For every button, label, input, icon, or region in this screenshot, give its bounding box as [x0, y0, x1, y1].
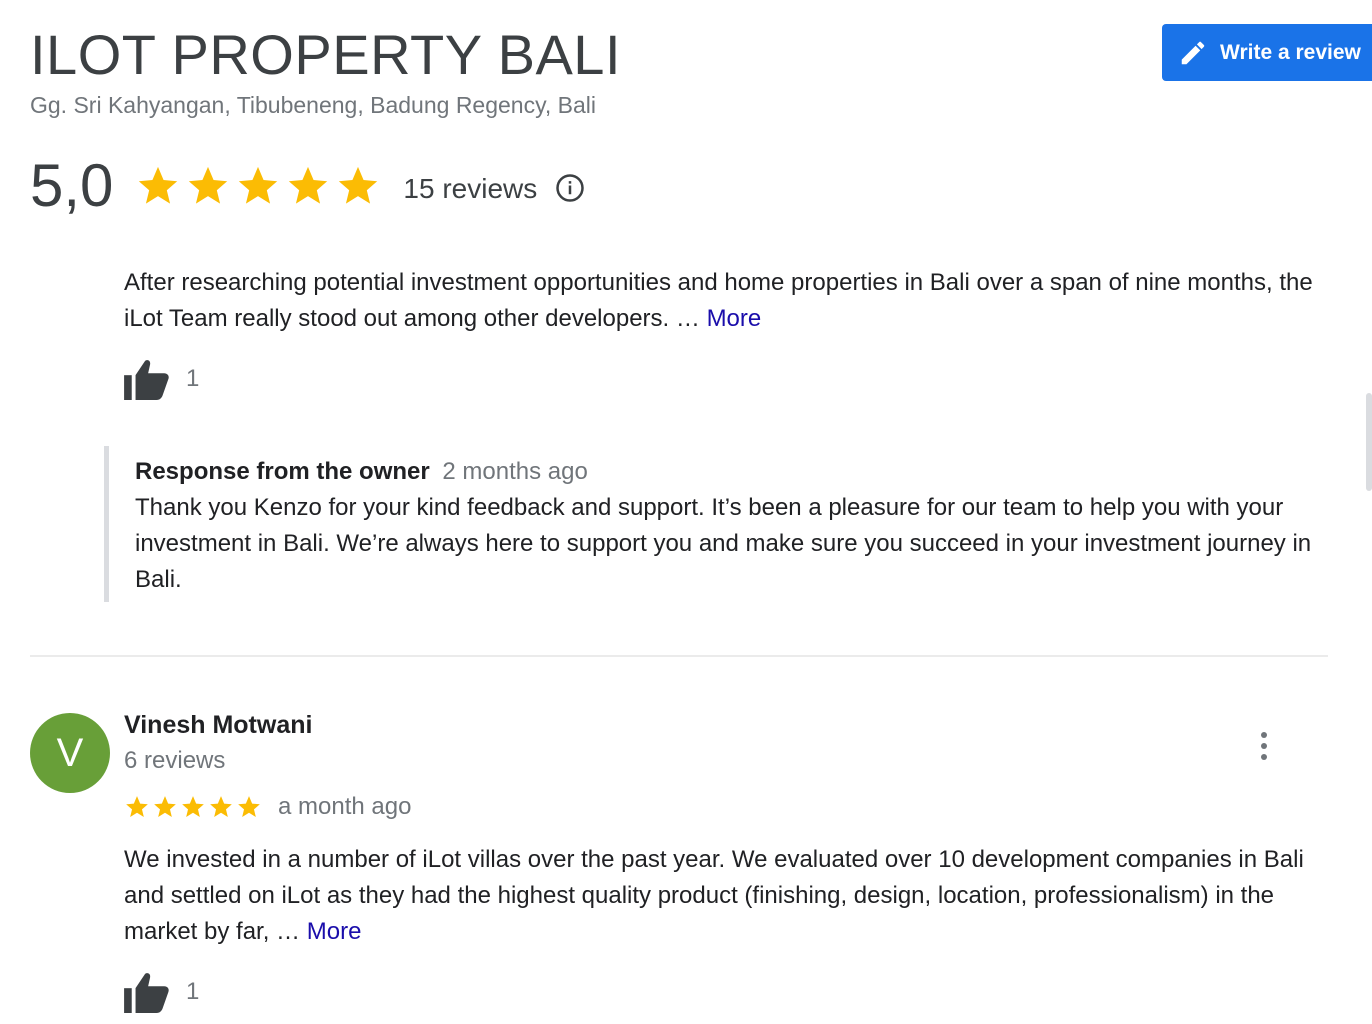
- avatar[interactable]: V: [30, 713, 110, 793]
- like-count: 1: [186, 978, 200, 1005]
- star-icon: [289, 166, 328, 204]
- star-icon: [126, 796, 148, 817]
- star-icon: [189, 166, 228, 204]
- owner-response-time: 2 months ago: [442, 458, 588, 485]
- star-icon: [239, 166, 278, 204]
- scrollbar-thumb[interactable]: [1366, 393, 1372, 491]
- review-divider: [30, 655, 1328, 657]
- reviews-count[interactable]: 15 reviews: [403, 167, 537, 205]
- owner-response-text: Thank you Kenzo for your kind feedback a…: [135, 494, 1312, 593]
- more-vert-icon[interactable]: [1252, 728, 1276, 764]
- like-button[interactable]: 1: [124, 971, 199, 1013]
- star-icon: [210, 796, 232, 817]
- place-address: Gg. Sri Kahyangan, Tibubeneng, Badung Re…: [30, 92, 597, 118]
- menu-dot: [1261, 754, 1267, 760]
- write-review-label: Write a review: [1220, 40, 1361, 64]
- star-icon: [339, 166, 378, 204]
- write-review-button[interactable]: Write a review: [1162, 24, 1372, 81]
- review-time: a month ago: [278, 793, 412, 820]
- review-stars: [124, 794, 262, 820]
- review-text: We invested in a number of iLot villas o…: [124, 842, 1334, 950]
- owner-response-label: Response from the owner: [135, 458, 430, 485]
- owner-response: Response from the owner 2 months ago Tha…: [104, 446, 1334, 602]
- menu-dot: [1261, 732, 1267, 738]
- like-button[interactable]: 1: [124, 358, 199, 400]
- more-link[interactable]: More: [307, 918, 362, 945]
- rating-summary: 5,0 15 reviews: [30, 150, 585, 222]
- reviewer-reviews-count: 6 reviews: [124, 747, 226, 774]
- more-link[interactable]: More: [707, 305, 762, 332]
- thumbs-up-icon: [124, 973, 169, 1013]
- place-title: ILOT PROPERTY BALI: [30, 23, 622, 86]
- menu-dot: [1261, 743, 1267, 749]
- review-body: We invested in a number of iLot villas o…: [124, 846, 1304, 945]
- like-count: 1: [186, 365, 200, 392]
- rating-value: 5,0: [30, 152, 114, 219]
- star-icon: [139, 166, 178, 204]
- star-icon: [154, 796, 176, 817]
- star-icon: [238, 796, 260, 817]
- rating-stars: [135, 163, 381, 209]
- thumbs-up-icon: [124, 360, 169, 400]
- review-meta: a month ago: [124, 793, 411, 821]
- pencil-icon: [1181, 41, 1205, 64]
- star-icon: [182, 796, 204, 817]
- info-icon[interactable]: [555, 165, 585, 208]
- reviewer-name[interactable]: Vinesh Motwani: [124, 711, 312, 740]
- place-header: ILOT PROPERTY BALI Gg. Sri Kahyangan, Ti…: [30, 22, 621, 120]
- avatar-letter: V: [56, 730, 84, 775]
- review-text: After researching potential investment o…: [124, 265, 1334, 337]
